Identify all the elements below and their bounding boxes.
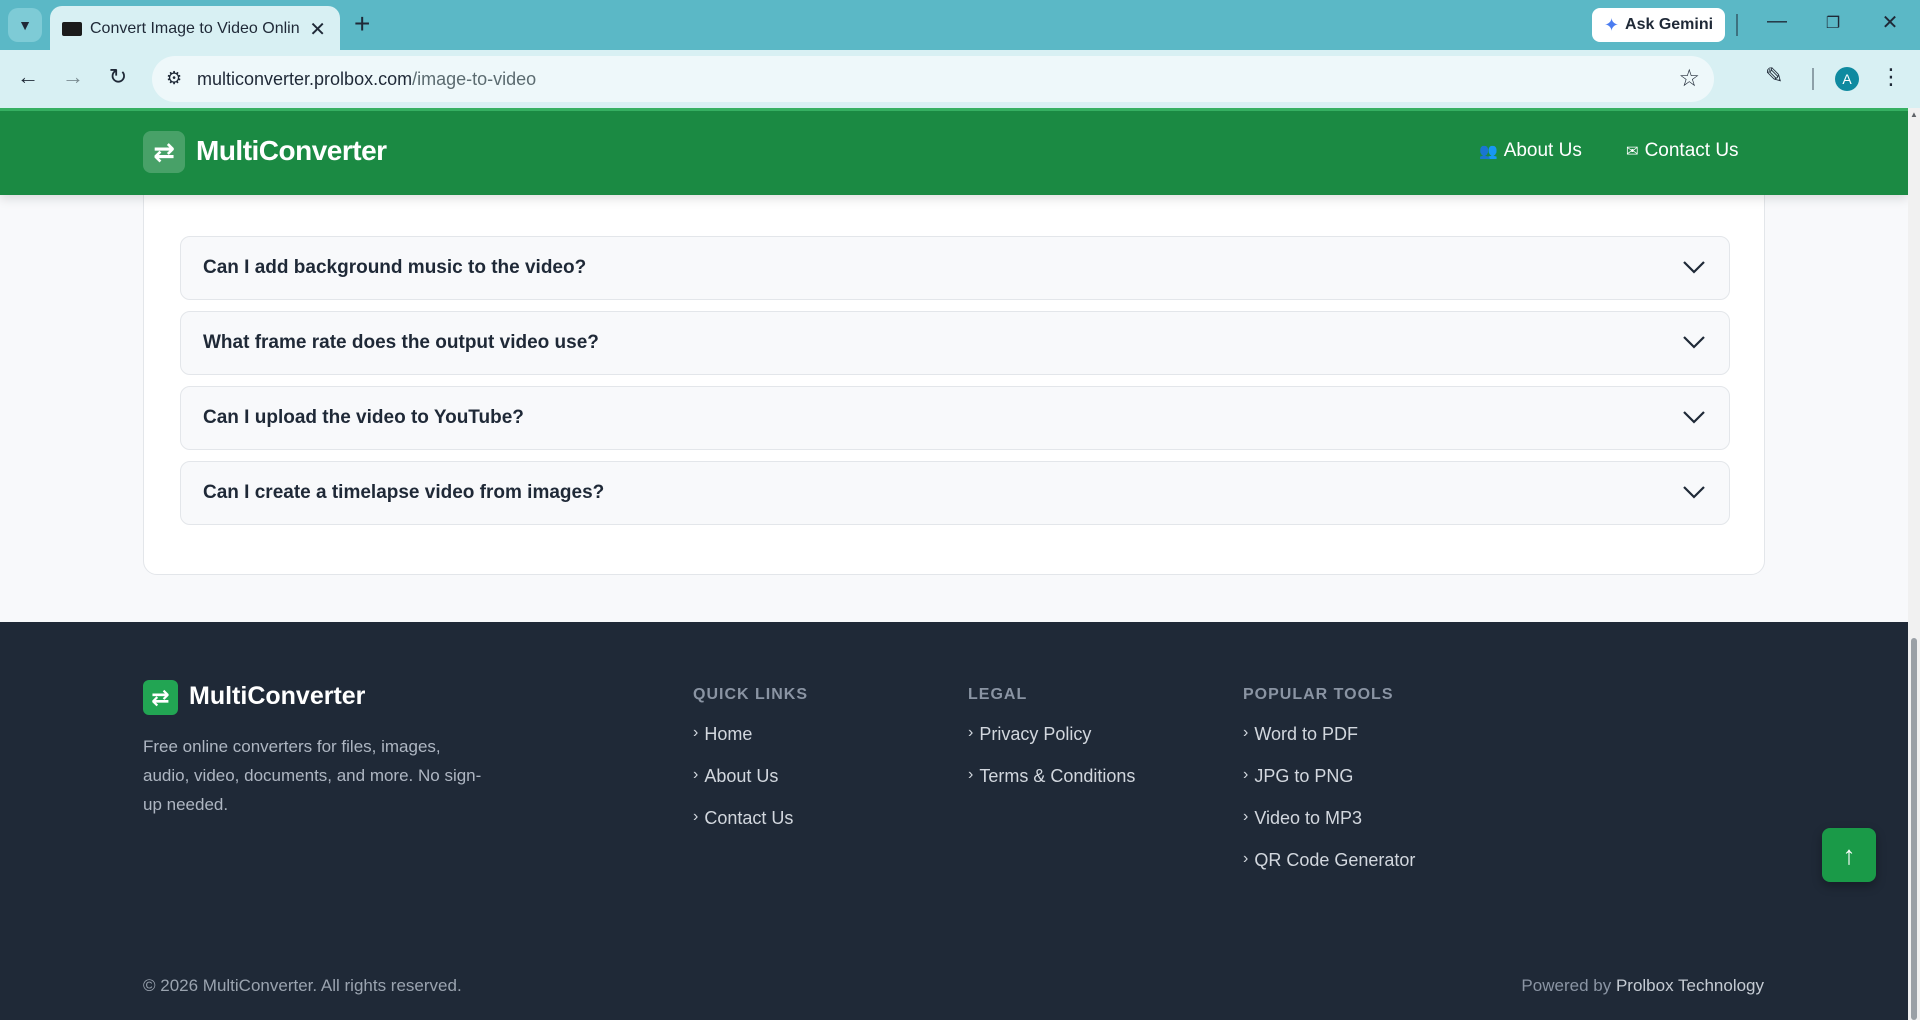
footer-description: Free online converters for files, images…	[143, 737, 482, 814]
footer-link-label: About Us	[704, 766, 779, 786]
extensions-puzzle-icon[interactable]: ✎	[1765, 63, 1783, 89]
page-viewport: ⇄ MultiConverter 👥 About Us ✉ Contact Us…	[0, 108, 1908, 1020]
nav-contact-us[interactable]: ✉ Contact Us	[1626, 140, 1739, 162]
footer-column-quick-links: QUICK LINKS › Home › About Us › Contact Us	[693, 686, 808, 850]
divider	[1736, 14, 1738, 36]
minimize-icon[interactable]: —	[1762, 10, 1792, 33]
scrollbar-thumb[interactable]	[1911, 638, 1917, 1020]
page-scrollbar[interactable]: ▲	[1908, 108, 1920, 1020]
powered-by: Powered by Prolbox Technology	[1521, 976, 1764, 996]
powered-by-prefix: Powered by	[1521, 976, 1612, 995]
powered-by-brand-link[interactable]: Prolbox Technology	[1616, 976, 1764, 995]
gemini-sparkle-icon: ✦	[1603, 14, 1620, 35]
tab-title: Convert Image to Video Online	[90, 20, 300, 37]
nav-about-us-label: About Us	[1503, 140, 1582, 161]
bookmark-star-icon[interactable]: ☆	[1678, 64, 1700, 93]
scroll-up-arrow-icon[interactable]: ▲	[1910, 110, 1918, 119]
site-logo-text[interactable]: MultiConverter	[196, 135, 387, 167]
footer-link-terms[interactable]: › Terms & Conditions	[968, 766, 1135, 808]
ask-gemini-button[interactable]: ✦ Ask Gemini	[1592, 8, 1725, 42]
faq-question: What frame rate does the output video us…	[203, 332, 599, 353]
chevron-right-icon: ›	[968, 766, 974, 783]
reload-icon[interactable]: ↻	[103, 64, 133, 90]
faq-item[interactable]: Can I add background music to the video?	[180, 236, 1730, 300]
site-info-icon[interactable]: ⚙	[166, 68, 182, 89]
faq-item[interactable]: Can I create a timelapse video from imag…	[180, 461, 1730, 525]
browser-tab-strip: ▼ Convert Image to Video Online ✕ + ✦ As…	[0, 0, 1920, 50]
faq-question: Can I create a timelapse video from imag…	[203, 482, 605, 503]
footer-link-label: Privacy Policy	[979, 724, 1092, 744]
footer-column-heading: LEGAL	[968, 686, 1028, 703]
chevron-down-icon	[1683, 336, 1705, 349]
tab-favicon	[62, 22, 82, 36]
chevron-down-icon: ▼	[18, 17, 32, 33]
faq-question: Can I add background music to the video?	[203, 257, 587, 278]
chevron-down-icon	[1683, 261, 1705, 274]
chevron-right-icon: ›	[1243, 766, 1249, 783]
url-domain: multiconverter.prolbox.com	[197, 69, 413, 89]
swap-arrows-icon[interactable]: ⇄	[143, 131, 185, 173]
footer-column-legal: LEGAL › Privacy Policy › Terms & Condition…	[968, 686, 1135, 808]
footer-link-label: Word to PDF	[1254, 724, 1359, 744]
chevron-right-icon: ›	[968, 724, 974, 741]
ask-gemini-label: Ask Gemini	[1625, 16, 1714, 33]
active-tab[interactable]: Convert Image to Video Online ✕	[50, 6, 340, 50]
new-tab-button[interactable]: +	[354, 10, 370, 38]
chevron-right-icon: ›	[693, 766, 699, 783]
browser-toolbar: ← → ↻ ⚙ multiconverter.prolbox.com/image…	[0, 50, 1920, 108]
url-path: /image-to-video	[412, 69, 537, 89]
footer-link-jpg-to-png[interactable]: › JPG to PNG	[1243, 766, 1415, 808]
footer-link-about-us[interactable]: › About Us	[693, 766, 808, 808]
footer-column-popular-tools: POPULAR TOOLS › Word to PDF › JPG to PNG ›…	[1243, 686, 1415, 892]
window-close-icon[interactable]: ✕	[1875, 10, 1905, 35]
site-header: ⇄ MultiConverter 👥 About Us ✉ Contact Us	[0, 108, 1908, 195]
chevron-right-icon: ›	[693, 724, 699, 741]
footer-logo-text[interactable]: MultiConverter	[189, 682, 365, 711]
close-icon[interactable]: ✕	[309, 17, 326, 42]
url-text[interactable]: multiconverter.prolbox.com/image-to-vide…	[197, 69, 536, 90]
footer-link-word-to-pdf[interactable]: › Word to PDF	[1243, 724, 1415, 766]
chevron-down-icon	[1683, 411, 1705, 424]
faq-item[interactable]: Can I upload the video to YouTube?	[180, 386, 1730, 450]
footer-link-label: Home	[704, 724, 753, 744]
footer-link-privacy-policy[interactable]: › Privacy Policy	[968, 724, 1135, 766]
footer-link-qr-code-generator[interactable]: › QR Code Generator	[1243, 850, 1415, 892]
footer-link-contact-us[interactable]: › Contact Us	[693, 808, 808, 850]
restore-icon[interactable]: ❐	[1818, 13, 1848, 33]
arrow-up-icon: ↑	[1842, 839, 1856, 870]
tab-search-button[interactable]: ▼	[8, 8, 42, 42]
more-menu-icon[interactable]: ⋮	[1880, 64, 1902, 90]
chevron-down-icon	[1683, 486, 1705, 499]
faq-question: Can I upload the video to YouTube?	[203, 407, 524, 428]
copyright-text: © 2026 MultiConverter. All rights reserv…	[143, 976, 462, 995]
footer-link-label: JPG to PNG	[1254, 766, 1354, 786]
swap-arrows-icon[interactable]: ⇄	[143, 680, 178, 715]
chevron-right-icon: ›	[693, 808, 699, 825]
footer-link-home[interactable]: › Home	[693, 724, 808, 766]
nav-about-us[interactable]: 👥 About Us	[1479, 140, 1582, 162]
chevron-right-icon: ›	[1243, 724, 1249, 741]
footer-link-label: Contact Us	[704, 808, 794, 828]
footer-link-label: QR Code Generator	[1254, 850, 1416, 870]
forward-arrow-icon[interactable]: →	[58, 64, 88, 90]
footer-column-heading: POPULAR TOOLS	[1243, 686, 1394, 703]
footer-link-video-to-mp3[interactable]: › Video to MP3	[1243, 808, 1415, 850]
footer-link-label: Terms & Conditions	[979, 766, 1136, 786]
back-arrow-icon[interactable]: ←	[13, 64, 43, 90]
chevron-right-icon: ›	[1243, 850, 1249, 867]
nav-contact-us-label: Contact Us	[1644, 140, 1739, 161]
back-to-top-button[interactable]: ↑	[1822, 828, 1876, 882]
chevron-right-icon: ›	[1243, 808, 1249, 825]
divider	[1812, 68, 1814, 90]
footer-column-heading: QUICK LINKS	[693, 686, 808, 703]
users-icon: 👥	[1479, 143, 1498, 160]
address-bar[interactable]: ⚙ multiconverter.prolbox.com/image-to-vi…	[152, 56, 1714, 102]
footer-link-label: Video to MP3	[1254, 808, 1363, 828]
envelope-icon: ✉	[1626, 143, 1639, 160]
profile-avatar[interactable]: A	[1835, 67, 1859, 91]
site-footer: ⇄ MultiConverter Free online converters …	[0, 622, 1908, 1020]
faq-item[interactable]: What frame rate does the output video us…	[180, 311, 1730, 375]
